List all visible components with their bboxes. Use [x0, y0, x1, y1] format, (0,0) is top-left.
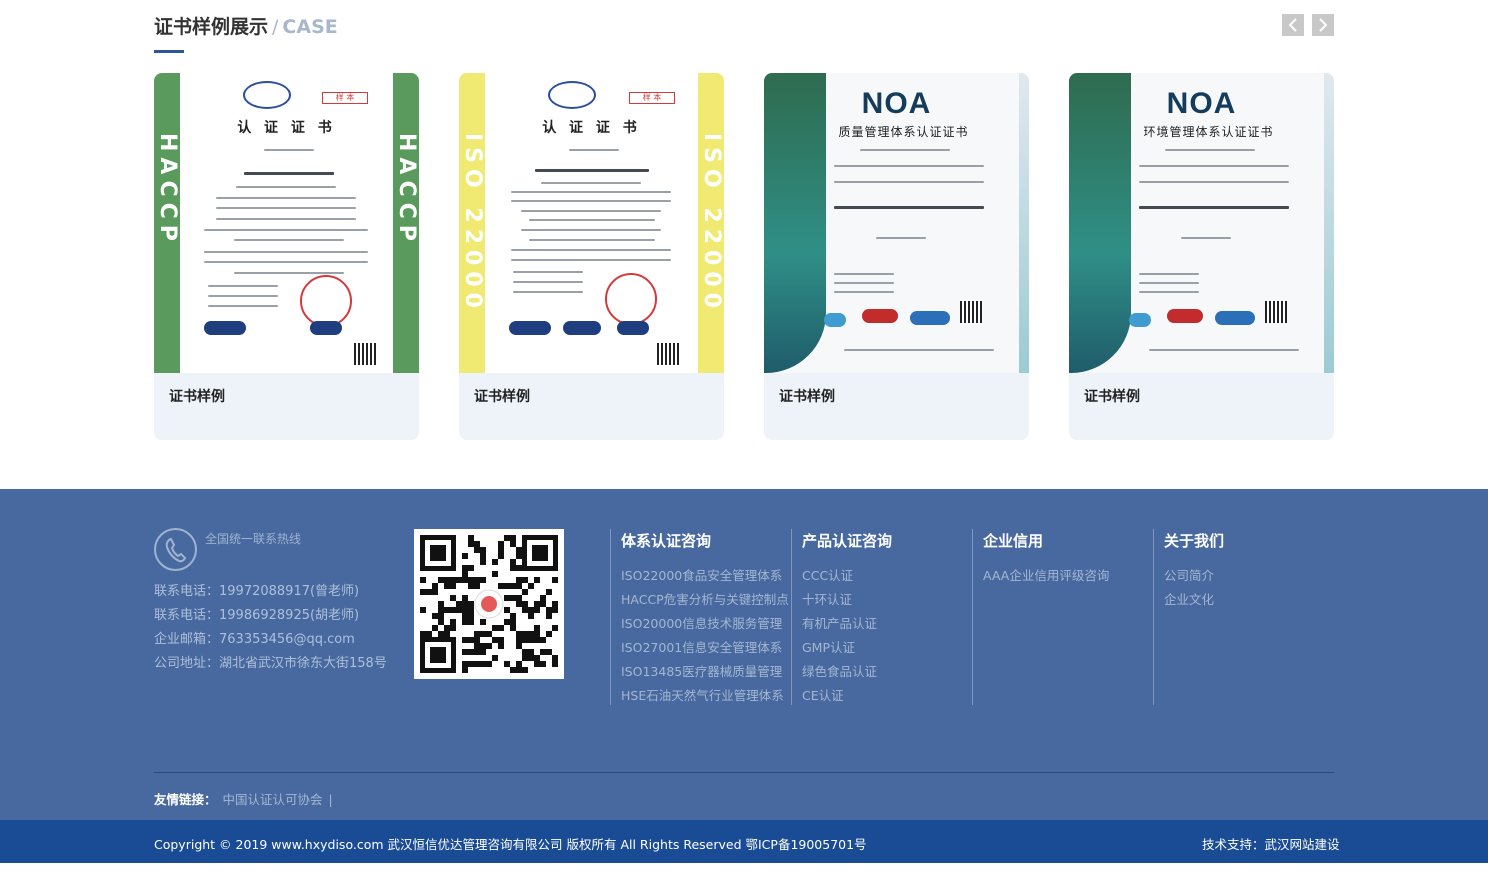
certificate-image[interactable]: NOA 质量管理体系认证证书 — [764, 73, 1029, 373]
footer-column-about: 关于我们 公司简介 企业文化 — [1153, 529, 1323, 705]
carousel-next-button[interactable] — [1312, 14, 1334, 36]
section-title: 证书样例展示 / CASE — [154, 12, 338, 39]
footer-column-product-cert: 产品认证咨询 CCC认证 十环认证 有机产品认证 GMP认证 绿色食品认证 CE… — [791, 529, 961, 705]
contact-address: 公司地址：湖北省武汉市徐东大街158号 — [154, 656, 387, 671]
contact-phone-1: 联系电话：19972088917(曾老师) — [154, 584, 360, 599]
footer-link[interactable]: ISO13485医疗器械质量管理 — [621, 660, 790, 684]
phone-icon — [154, 528, 197, 571]
case-cards: HACCP HACCP 样 本 认 证 证 书 证书样例 ISO 22000 I… — [154, 73, 1334, 441]
cert-stamp: 样 本 — [629, 92, 675, 104]
cert-side-text: HACCP — [394, 133, 419, 247]
case-card[interactable]: ISO 22000 ISO 22000 样 本 认 证 证 书 证书样例 — [459, 73, 724, 440]
hotline-label: 全国统一联系热线 — [205, 532, 302, 546]
footer-link[interactable]: ISO22000食品安全管理体系 — [621, 564, 790, 588]
cert-title: 环境管理体系认证证书 — [1143, 125, 1274, 139]
section-title-en: CASE — [282, 16, 338, 38]
qr-code-icon — [420, 535, 558, 673]
contact-phone-2: 联系电话：19986928925(胡老师) — [154, 608, 360, 623]
footer-link[interactable]: 公司简介 — [1164, 564, 1323, 588]
phone-glyph — [165, 537, 186, 562]
footer-link[interactable]: HACCP危害分析与关键控制点 — [621, 588, 790, 612]
title-separator: / — [272, 16, 279, 38]
wechat-qr-code — [414, 529, 564, 679]
footer-column-title: 关于我们 — [1164, 532, 1225, 550]
friend-links: 友情链接： 中国认证认可协会 | — [154, 789, 333, 808]
friend-links-label: 友情链接： — [154, 792, 217, 807]
title-underline — [154, 50, 184, 53]
case-section-header: 证书样例展示 / CASE — [154, 8, 1334, 54]
footer-link[interactable]: ISO20000信息技术服务管理 — [621, 612, 790, 636]
cert-side-text: HACCP — [155, 133, 180, 247]
cert-title: 质量管理体系认证证书 — [838, 125, 969, 139]
cert-side-text: ISO 22000 — [699, 133, 724, 314]
footer-link[interactable]: 有机产品认证 — [802, 612, 961, 636]
certificate-image[interactable]: HACCP HACCP 样 本 认 证 证 书 — [154, 73, 419, 373]
card-caption[interactable]: 证书样例 — [474, 386, 530, 406]
footer-link[interactable]: 十环认证 — [802, 588, 961, 612]
cert-title: 认 证 证 书 — [237, 120, 336, 136]
card-caption[interactable]: 证书样例 — [1084, 386, 1140, 406]
certificate-image[interactable]: ISO 22000 ISO 22000 样 本 认 证 证 书 — [459, 73, 724, 373]
footer-column-system-cert: 体系认证咨询 ISO22000食品安全管理体系 HACCP危害分析与关键控制点 … — [610, 529, 790, 705]
card-caption[interactable]: 证书样例 — [779, 386, 835, 406]
footer-link[interactable]: ISO27001信息安全管理体系 — [621, 636, 790, 660]
chevron-left-icon — [1288, 18, 1297, 32]
tech-support-link[interactable]: 技术支持：武汉网站建设 — [1202, 834, 1340, 853]
cert-title: 认 证 证 书 — [542, 120, 641, 136]
certificate-image[interactable]: NOA 环境管理体系认证证书 — [1069, 73, 1334, 373]
section-title-zh: 证书样例展示 — [154, 16, 269, 38]
footer-column-title: 产品认证咨询 — [802, 532, 893, 550]
footer-link[interactable]: GMP认证 — [802, 636, 961, 660]
footer-column-title: 企业信用 — [983, 532, 1044, 550]
contact-email: 企业邮箱：763353456@qq.com — [154, 632, 355, 647]
link-separator: | — [328, 792, 333, 807]
friend-link[interactable]: 中国认证认可协会 — [223, 792, 323, 807]
cert-side-text: ISO 22000 — [460, 133, 485, 314]
footer-column-credit: 企业信用 AAA企业信用评级咨询 — [972, 529, 1142, 705]
footer-link[interactable]: HSE石油天然气行业管理体系 — [621, 684, 790, 708]
copyright-text: Copyright © 2019 www.hxydiso.com 武汉恒信优达管… — [154, 837, 867, 852]
noa-logo: NOA — [861, 87, 932, 120]
footer-divider — [154, 772, 1334, 773]
carousel-prev-button[interactable] — [1282, 14, 1304, 36]
footer-link[interactable]: 绿色食品认证 — [802, 660, 961, 684]
footer-link[interactable]: CE认证 — [802, 684, 961, 708]
chevron-right-icon — [1319, 18, 1328, 32]
cert-stamp: 样 本 — [322, 92, 368, 104]
footer-link[interactable]: AAA企业信用评级咨询 — [983, 564, 1142, 588]
case-card[interactable]: NOA 环境管理体系认证证书 证书样例 — [1069, 73, 1334, 440]
footer-link[interactable]: CCC认证 — [802, 564, 961, 588]
case-card[interactable]: NOA 质量管理体系认证证书 证书样例 — [764, 73, 1029, 440]
case-card[interactable]: HACCP HACCP 样 本 认 证 证 书 证书样例 — [154, 73, 419, 440]
noa-logo: NOA — [1166, 87, 1237, 120]
footer-link[interactable]: 企业文化 — [1164, 588, 1323, 612]
footer-column-title: 体系认证咨询 — [621, 532, 712, 550]
card-caption[interactable]: 证书样例 — [169, 386, 225, 406]
